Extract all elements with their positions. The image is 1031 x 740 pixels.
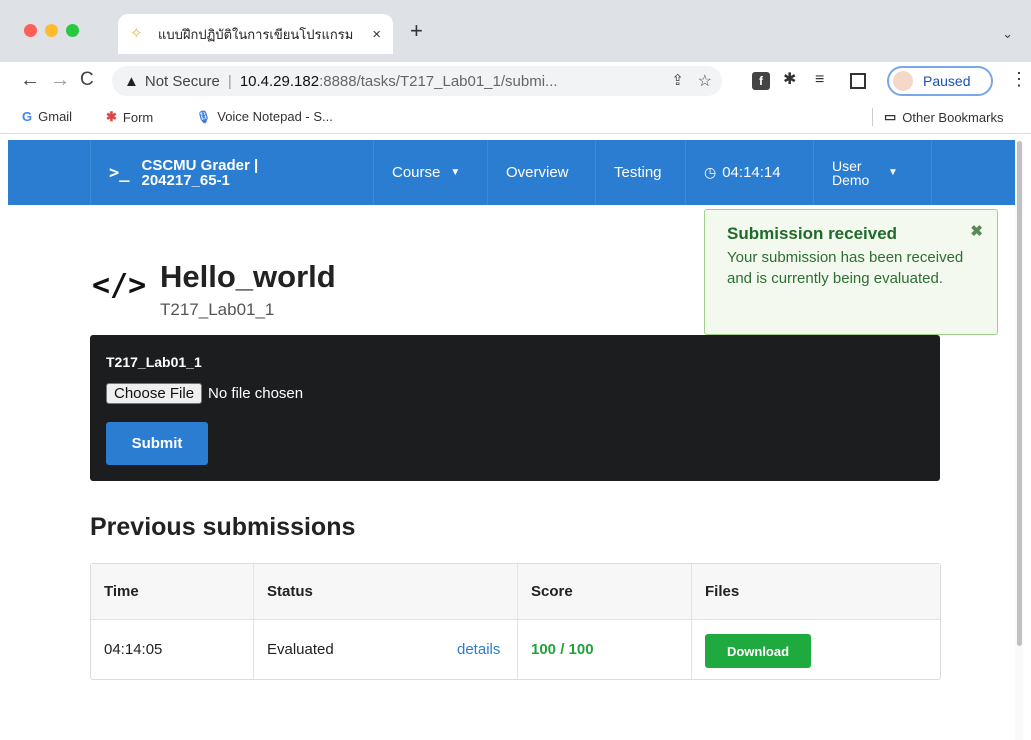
user-name: User Demo — [832, 159, 878, 187]
bookmark-label: Voice Notepad - S... — [217, 109, 333, 124]
not-secure-label: Not Secure — [144, 72, 220, 90]
bookmark-voice-notepad[interactable]: 🎙 Voice Notepad - S... — [196, 109, 333, 124]
caret-down-icon: ▼ — [450, 167, 461, 178]
bookmarks-divider — [872, 108, 873, 126]
nav-timer: ◷ 04:14:14 — [686, 140, 814, 205]
close-icon[interactable]: ✖ — [970, 222, 983, 240]
warning-icon[interactable]: ▲ — [124, 73, 139, 90]
url-path: :8888/tasks/T217_Lab01_1/submi... — [319, 72, 558, 90]
sparkle-icon: ✧ — [130, 25, 143, 42]
bookmarks-bar: G Gmail ✱ Form 🎙 Voice Notepad - S... ▭ … — [0, 100, 1031, 134]
browser-tab[interactable]: ✧ แบบฝึกปฏิบัติในการเขียนโปรแกรม × — [118, 14, 393, 54]
reload-icon[interactable]: C — [80, 70, 94, 90]
toast-title: Submission received — [727, 224, 898, 243]
bookmark-form[interactable]: ✱ Form — [106, 109, 153, 125]
clock-icon: ◷ — [704, 164, 717, 180]
brand[interactable]: >_ CSCMU Grader | 204217_65-1 — [90, 140, 374, 205]
avatar — [893, 71, 913, 91]
nav-testing[interactable]: Testing — [596, 140, 686, 205]
header-score: Score — [531, 583, 573, 600]
facebook-extension-icon[interactable]: f — [752, 72, 770, 90]
page-subtitle: T217_Lab01_1 — [160, 300, 275, 319]
app-navbar: >_ CSCMU Grader | 204217_65-1 Course ▼ O… — [8, 140, 1023, 205]
new-tab-button[interactable]: + — [410, 20, 423, 42]
choose-file-button[interactable]: Choose File — [106, 383, 203, 404]
submission-toast: Submission received Your submission has … — [704, 209, 998, 335]
page-title: Hello_world — [160, 259, 336, 294]
caret-down-icon: ▼ — [888, 167, 898, 178]
close-tab-icon[interactable]: × — [372, 26, 381, 43]
profile-status: Paused — [923, 73, 971, 89]
panel-label: T217_Lab01_1 — [106, 354, 202, 370]
submit-button[interactable]: Submit — [106, 422, 208, 465]
section-title: Previous submissions — [90, 513, 356, 541]
submissions-table: Time Status Score Files 04:14:05 Evaluat… — [90, 563, 941, 680]
header-time: Time — [104, 583, 139, 600]
omnibox-separator: | — [227, 72, 232, 90]
google-icon: G — [22, 109, 33, 124]
more-menu-icon[interactable]: ⋮ — [1010, 69, 1028, 90]
toast-body: Your submission has been received and is… — [727, 249, 964, 287]
reading-list-icon[interactable]: ≡ — [815, 70, 824, 90]
side-panel-icon[interactable] — [850, 73, 866, 89]
chevron-down-icon[interactable]: ⌄ — [1002, 26, 1013, 42]
header-files: Files — [705, 583, 740, 600]
other-bookmarks[interactable]: ▭ Other Bookmarks — [884, 109, 1003, 125]
maximize-window-button[interactable] — [66, 24, 79, 37]
scrollbar-thumb[interactable] — [1017, 141, 1022, 646]
nav-user[interactable]: User Demo ▼ — [814, 140, 932, 205]
cell-status: Evaluated — [267, 641, 334, 658]
nav-course-label: Course — [392, 164, 441, 181]
nav-overview-label: Overview — [506, 164, 569, 181]
cell-time: 04:14:05 — [104, 641, 163, 658]
address-bar[interactable]: ▲ Not Secure | 10.4.29.182:8888/tasks/T2… — [112, 66, 722, 96]
submission-panel: T217_Lab01_1 Choose File No file chosen … — [90, 335, 940, 481]
profile-button[interactable]: Paused — [887, 66, 993, 96]
folder-icon: ▭ — [884, 109, 897, 124]
nav-testing-label: Testing — [614, 164, 662, 181]
brand-text: CSCMU Grader | 204217_65-1 — [141, 158, 281, 188]
nav-overview[interactable]: Overview — [488, 140, 596, 205]
share-icon[interactable]: ⇪ — [671, 71, 684, 89]
form-icon: ✱ — [106, 109, 117, 124]
url-host: 10.4.29.182 — [239, 72, 320, 90]
cell-score: 100 / 100 — [531, 641, 594, 658]
no-file-label: No file chosen — [208, 385, 304, 402]
microphone-icon: 🎙 — [196, 109, 212, 124]
user-line1: User — [832, 157, 862, 174]
bookmark-label: Gmail — [38, 109, 73, 124]
details-link[interactable]: details — [457, 641, 500, 658]
close-window-button[interactable] — [24, 24, 37, 37]
table-header: Time Status Score Files — [91, 564, 940, 620]
other-bookmarks-label: Other Bookmarks — [902, 109, 1004, 125]
browser-tabbar: ✧ แบบฝึกปฏิบัติในการเขียนโปรแกรม × + ⌄ — [0, 0, 1031, 62]
scrollbar[interactable] — [1015, 135, 1023, 740]
code-icon: </> — [92, 268, 147, 303]
minimize-window-button[interactable] — [45, 24, 58, 37]
brand-line1: CSCMU Grader | — [141, 156, 259, 174]
bookmark-label: Form — [122, 109, 154, 125]
table-row: 04:14:05 Evaluated details 100 / 100 Dow… — [91, 621, 940, 679]
bookmark-gmail[interactable]: G Gmail — [22, 109, 72, 124]
back-icon[interactable]: ← — [20, 70, 40, 90]
bookmark-star-icon[interactable]: ☆ — [698, 71, 712, 91]
extensions-puzzle-icon[interactable]: ✱ — [783, 70, 796, 90]
forward-icon[interactable]: → — [50, 70, 70, 90]
user-line2: Demo — [832, 171, 870, 188]
tab-title: แบบฝึกปฏิบัติในการเขียนโปรแกรม — [158, 27, 354, 43]
file-input[interactable]: Choose File No file chosen — [106, 383, 303, 404]
timer-value: 04:14:14 — [722, 164, 781, 181]
download-button[interactable]: Download — [705, 634, 811, 668]
header-status: Status — [267, 583, 313, 600]
terminal-icon: >_ — [109, 162, 130, 183]
nav-course[interactable]: Course ▼ — [374, 140, 488, 205]
page-content: >_ CSCMU Grader | 204217_65-1 Course ▼ O… — [8, 135, 1023, 740]
browser-toolbar: ← → C ▲ Not Secure | 10.4.29.182:8888/ta… — [0, 62, 1031, 100]
brand-line2: 204217_65-1 — [141, 171, 230, 189]
